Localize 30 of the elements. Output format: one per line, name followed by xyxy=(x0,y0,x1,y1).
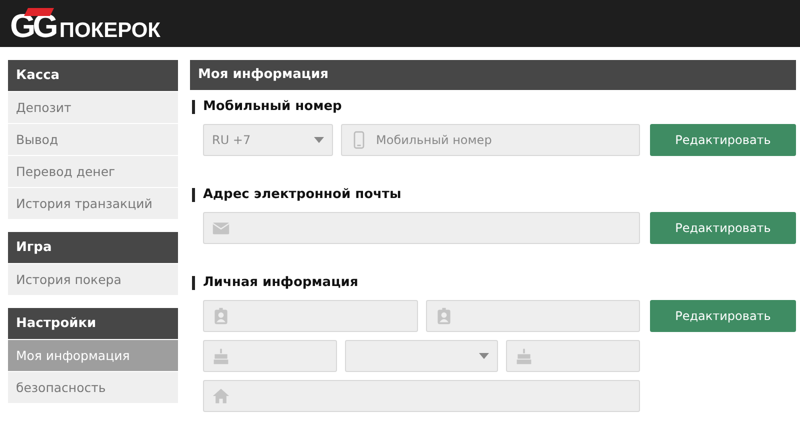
section-title: Мобильный номер xyxy=(192,100,796,114)
dropdown[interactable]: RU +7 xyxy=(203,124,333,156)
edit-button[interactable]: Редактировать xyxy=(650,124,796,156)
input-field[interactable] xyxy=(506,340,640,372)
input-field[interactable] xyxy=(203,340,338,372)
sidebar-item[interactable]: безопасность xyxy=(8,372,178,403)
input-field[interactable] xyxy=(203,300,418,332)
sidebar-item[interactable]: История транзакций xyxy=(8,188,178,219)
logo[interactable]: GG ПОКЕРОК xyxy=(10,4,160,44)
sidebar-heading: Настройки xyxy=(8,308,178,339)
logo-accent-icon xyxy=(24,8,54,16)
sidebar-item[interactable]: Депозит xyxy=(8,92,178,123)
sidebar-item[interactable]: Моя информация xyxy=(8,340,178,371)
edit-button[interactable]: Редактировать xyxy=(650,300,796,332)
edit-button[interactable]: Редактировать xyxy=(650,212,796,244)
caret-icon xyxy=(478,353,489,359)
caret-icon xyxy=(314,137,324,143)
sidebar-item[interactable]: Вывод xyxy=(8,124,178,155)
sidebar-heading: Игра xyxy=(8,232,178,263)
input-field[interactable] xyxy=(203,212,640,244)
dropdown[interactable] xyxy=(345,340,498,372)
input-field[interactable] xyxy=(203,380,640,412)
section-title: Личная информация xyxy=(192,276,796,290)
input-field[interactable] xyxy=(426,300,640,332)
sidebar-item[interactable]: Перевод денег xyxy=(8,156,178,187)
input-field[interactable]: Мобильный номер xyxy=(341,124,640,156)
sidebar-heading: Касса xyxy=(8,60,178,91)
sidebar-item[interactable]: История покера xyxy=(8,264,178,295)
section-title: Адрес электронной почты xyxy=(192,188,796,202)
panel-title: Моя информация xyxy=(190,60,796,90)
